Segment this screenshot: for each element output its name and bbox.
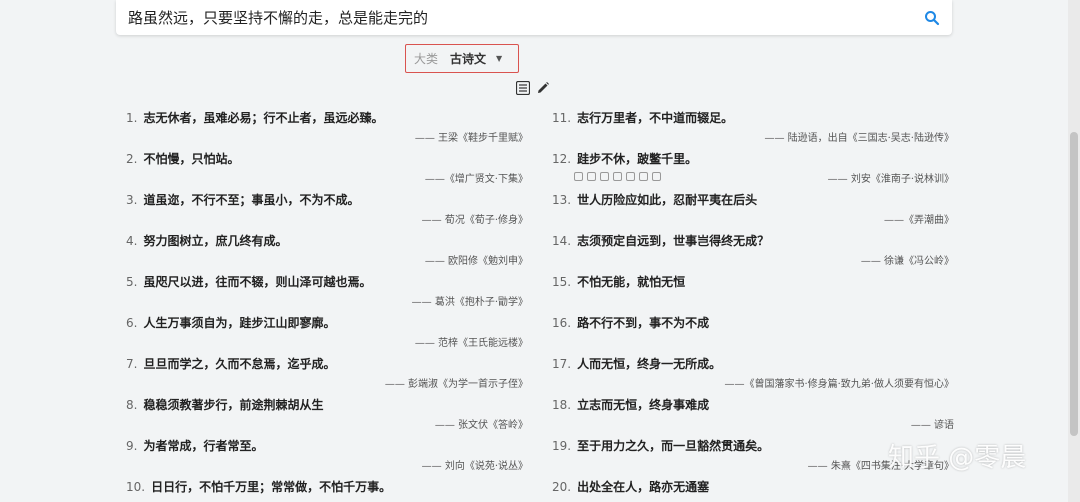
item-source: ——《曾国藩家书·修身篇·致九弟·做人须要有恒心》 xyxy=(724,379,954,390)
item-text: 立志而无恒，终身事难成 xyxy=(577,398,710,412)
item-number: 9. xyxy=(126,439,138,453)
share-icon[interactable] xyxy=(600,172,609,181)
item-text: 志须预定自远到，世事岂得终无成？ xyxy=(577,234,770,248)
item-text: 努力图树立，庶几终有成。 xyxy=(143,234,288,248)
list-item: 7. 旦旦而学之，久而不怠焉，迄乎成。 —— 彭端淑《为学一首示子侄》 xyxy=(126,354,536,395)
list-item: 9. 为者常成，行者常至。 —— 刘向《说苑·说丛》 xyxy=(126,436,536,477)
item-text: 道虽迩，不行不至；事虽小，不为不成。 xyxy=(143,193,360,207)
list-item: 2. 不怕慢，只怕站。 ——《增广贤文·下集》 xyxy=(126,149,536,190)
item-number: 16. xyxy=(552,316,572,330)
item-number: 17. xyxy=(552,357,572,371)
item-number: 7. xyxy=(126,357,138,371)
item-number: 18. xyxy=(552,398,572,412)
list-item: 13. 世人历险应如此，忍耐平夷在后头 ——《弄潮曲》 xyxy=(552,190,962,231)
item-text: 出处全在人，路亦无通塞 xyxy=(577,480,710,494)
item-text: 不怕无能，就怕无恒 xyxy=(577,275,686,289)
item-number: 19. xyxy=(552,439,572,453)
item-source: —— 谚语 xyxy=(910,420,954,431)
list-item: 15. 不怕无能，就怕无恒 xyxy=(552,272,962,313)
item-number: 6. xyxy=(126,316,138,330)
item-source: —— 范梓《王氏能远楼》 xyxy=(414,338,528,349)
item-text: 为者常成，行者常至。 xyxy=(143,439,264,453)
item-number: 13. xyxy=(552,193,572,207)
item-number: 12. xyxy=(552,152,572,166)
list-item: 3. 道虽迩，不行不至；事虽小，不为不成。 —— 荀况《荀子·修身》 xyxy=(126,190,536,231)
chevron-down-icon: ▼ xyxy=(496,54,503,63)
list-item: 20. 出处全在人，路亦无通塞 xyxy=(552,477,962,502)
item-source: —— 葛洪《抱朴子·勖学》 xyxy=(411,297,528,308)
item-text: 志无休者，虽难必易；行不止者，虽远必臻。 xyxy=(143,111,384,125)
list-item: 16. 路不行不到，事不为不成 xyxy=(552,313,962,354)
item-text: 路不行不到，事不为不成 xyxy=(577,316,710,330)
item-source: —— 刘安《淮南子·说林训》 xyxy=(827,174,954,185)
item-source: ——《增广贤文·下集》 xyxy=(424,174,528,185)
search-input[interactable] xyxy=(128,8,924,27)
item-number: 1. xyxy=(126,111,138,125)
item-number: 14. xyxy=(552,234,572,248)
list-item: 12. 跬步不休，跛鳖千里。 —— 刘安《淮南子·说林训》 xyxy=(552,149,962,190)
item-text: 日日行，不怕千万里；常常做，不怕千万事。 xyxy=(151,480,392,494)
item-source: —— 徐谦《冯公岭》 xyxy=(860,256,954,267)
category-value: 古诗文 xyxy=(450,52,487,66)
item-number: 8. xyxy=(126,398,138,412)
item-number: 5. xyxy=(126,275,138,289)
list-item: 14. 志须预定自远到，世事岂得终无成？ —— 徐谦《冯公岭》 xyxy=(552,231,962,272)
search-bar xyxy=(116,0,952,35)
item-text: 虽咫尺以进，往而不辍，则山泽可越也焉。 xyxy=(143,275,372,289)
list-item: 1. 志无休者，虽难必易；行不止者，虽远必臻。 —— 王梁《鞋步千里赋》 xyxy=(126,108,536,149)
item-source: —— 陆逊语，出自《三国志·吴志·陆逊传》 xyxy=(764,133,954,144)
item-text: 世人历险应如此，忍耐平夷在后头 xyxy=(577,193,758,207)
like-icon[interactable] xyxy=(574,172,583,181)
list-item: 18. 立志而无恒，终身事难成 —— 谚语 xyxy=(552,395,962,436)
dislike-icon[interactable] xyxy=(613,172,622,181)
list-item: 11. 志行万里者，不中道而辍足。 —— 陆逊语，出自《三国志·吴志·陆逊传》 xyxy=(552,108,962,149)
item-number: 11. xyxy=(552,111,572,125)
copy-icon[interactable] xyxy=(587,172,596,181)
item-number: 15. xyxy=(552,275,572,289)
category-label: 大类 xyxy=(414,52,439,66)
item-text: 志行万里者，不中道而辍足。 xyxy=(577,111,734,125)
list-item: 17. 人而无恒，终身一无所成。 ——《曾国藩家书·修身篇·致九弟·做人须要有恒心… xyxy=(552,354,962,395)
scrollbar-thumb[interactable] xyxy=(1070,132,1078,436)
item-source: —— 张文伏《答岭》 xyxy=(434,420,528,431)
item-source: —— 刘向《说苑·说丛》 xyxy=(421,461,528,472)
item-actions xyxy=(574,172,661,181)
item-number: 10. xyxy=(126,480,146,494)
item-number: 20. xyxy=(552,480,572,494)
item-text: 跬步不休，跛鳖千里。 xyxy=(577,152,698,166)
item-text: 至于用力之久，而一旦豁然贯通矣。 xyxy=(577,439,770,453)
toolbar xyxy=(516,81,550,95)
list-item: 5. 虽咫尺以进，往而不辍，则山泽可越也焉。 —— 葛洪《抱朴子·勖学》 xyxy=(126,272,536,313)
item-source: —— 欧阳修《勉刘申》 xyxy=(424,256,528,267)
image-icon[interactable] xyxy=(652,172,661,181)
item-number: 3. xyxy=(126,193,138,207)
item-source: ——《弄潮曲》 xyxy=(884,215,954,226)
item-text: 人生万事须自为，跬步江山即寥廓。 xyxy=(143,316,336,330)
search-icon[interactable] xyxy=(626,172,635,181)
list-item: 4. 努力图树立，庶几终有成。 —— 欧阳修《勉刘申》 xyxy=(126,231,536,272)
item-source: —— 王梁《鞋步千里赋》 xyxy=(414,133,528,144)
item-source: —— 荀况《荀子·修身》 xyxy=(421,215,528,226)
list-item: 8. 稳稳须教著步行，前途荆棘胡从生 —— 张文伏《答岭》 xyxy=(126,395,536,436)
scrollbar[interactable] xyxy=(1068,0,1080,502)
list-view-icon[interactable] xyxy=(516,81,530,95)
item-text: 旦旦而学之，久而不怠焉，迄乎成。 xyxy=(143,357,336,371)
item-text: 稳稳须教著步行，前途荆棘胡从生 xyxy=(143,398,324,412)
item-number: 2. xyxy=(126,152,138,166)
item-text: 人而无恒，终身一无所成。 xyxy=(577,357,722,371)
item-source: —— 彭端淑《为学一首示子侄》 xyxy=(384,379,528,390)
list-item: 6. 人生万事须自为，跬步江山即寥廓。 —— 范梓《王氏能远楼》 xyxy=(126,313,536,354)
search-icon[interactable] xyxy=(924,10,940,26)
watermark: 知乎 @零晨 xyxy=(888,443,1027,473)
list-icon[interactable] xyxy=(639,172,648,181)
item-number: 4. xyxy=(126,234,138,248)
list-item: 10. 日日行，不怕千万里；常常做，不怕千万事。 xyxy=(126,477,536,502)
item-text: 不怕慢，只怕站。 xyxy=(143,152,240,166)
category-select[interactable]: 大类 古诗文 ▼ xyxy=(405,44,519,73)
edit-pencil-icon[interactable] xyxy=(536,81,550,95)
quote-list-left: 1. 志无休者，虽难必易；行不止者，虽远必臻。 —— 王梁《鞋步千里赋》 2. 不怕… xyxy=(126,108,536,502)
